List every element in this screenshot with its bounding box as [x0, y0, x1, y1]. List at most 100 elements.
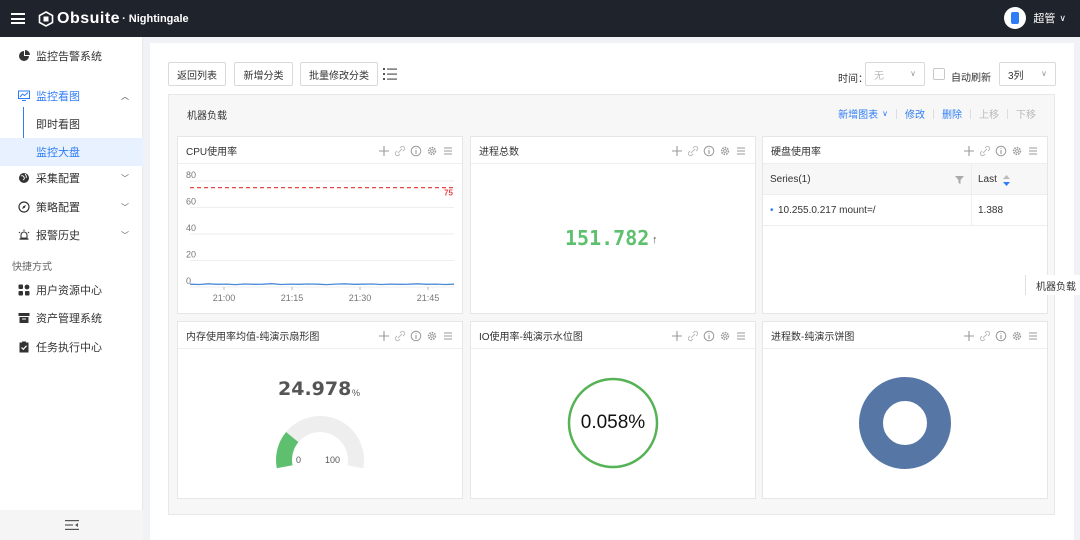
threshold-label: 75 [444, 189, 453, 198]
series-line [189, 283, 455, 286]
plus-icon[interactable] [671, 145, 683, 157]
table-row[interactable]: • 10.255.0.217 mount=/ 1.388 [763, 195, 1047, 226]
panel-header: 进程总数 [471, 137, 755, 164]
donut-slice [859, 377, 951, 469]
sidebar-item-collect-config[interactable]: 采集配置 ﹀ [0, 164, 143, 192]
move-down-link[interactable]: 下移 [1016, 106, 1036, 121]
filter-icon[interactable] [955, 176, 964, 184]
sidebar-item-label: 即时看图 [36, 119, 80, 131]
x-tick-label: 21:00 [213, 293, 236, 303]
shortcut-asset-management[interactable]: 资产管理系统 [0, 304, 143, 332]
link-icon[interactable] [394, 145, 406, 157]
panel-title: CPU使用率 [186, 146, 238, 158]
logo-icon [38, 10, 54, 27]
add-chart-link[interactable]: 新增图表 [838, 106, 878, 121]
add-category-button[interactable]: 新增分类 [234, 62, 293, 86]
sidebar-item-label: 监控看图 [36, 91, 80, 103]
sidebar: 监控告警系统 监控看图 ︿ 即时看图 监控大盘 采集配置 ﹀ 策略配置 ﹀ 报警… [0, 37, 143, 540]
menu-icon[interactable] [735, 145, 747, 157]
auto-refresh-checkbox[interactable] [933, 68, 945, 80]
panel-tools [667, 145, 747, 157]
collapse-sidebar-button[interactable] [0, 510, 143, 540]
sort-icon[interactable] [1003, 175, 1010, 186]
menu-toggle-button[interactable] [0, 0, 36, 37]
collapse-menu-icon [64, 520, 79, 530]
link-icon[interactable] [687, 330, 699, 342]
sidebar-item-instant-view[interactable]: 即时看图 [0, 110, 143, 138]
gear-icon[interactable] [1011, 330, 1023, 342]
chevron-down-icon[interactable]: ∨ [882, 109, 888, 118]
menu-icon[interactable] [1027, 145, 1039, 157]
list-settings-icon[interactable] [382, 66, 398, 82]
back-to-list-button[interactable]: 返回列表 [168, 62, 226, 86]
delete-group-link[interactable]: 删除 [942, 106, 962, 121]
process-total-value: 151.782 [565, 226, 650, 250]
move-up-link[interactable]: 上移 [979, 106, 999, 121]
brand-logo[interactable]: Obsuite · Nightingale [38, 10, 189, 28]
panel-header: 内存使用率均值-纯演示扇形图 [178, 322, 462, 349]
main-content: 返回列表 新增分类 批量修改分类 时间： 无 ∨ 自动刷新 3列 ∨ 机器负载 … [150, 43, 1074, 540]
info-icon[interactable] [410, 330, 422, 342]
menu-icon[interactable] [735, 330, 747, 342]
panel-memory-gauge: 内存使用率均值-纯演示扇形图 24.978 % 0 100 [177, 321, 463, 499]
clipboard-check-icon [19, 341, 29, 353]
link-icon[interactable] [394, 330, 406, 342]
last-value-cell: 1.388 [978, 205, 1004, 216]
info-icon[interactable] [995, 145, 1007, 157]
shortcut-user-resource[interactable]: 用户资源中心 [0, 276, 143, 304]
plus-icon[interactable] [963, 330, 975, 342]
panel-title: 进程总数 [479, 146, 519, 158]
y-tick-label: 60 [186, 197, 196, 207]
link-icon[interactable] [687, 145, 699, 157]
plus-icon[interactable] [378, 145, 390, 157]
user-menu[interactable]: 超管 ∨ [1004, 7, 1066, 29]
menu-icon[interactable] [442, 330, 454, 342]
gear-icon[interactable] [719, 145, 731, 157]
plus-icon[interactable] [963, 145, 975, 157]
link-icon[interactable] [979, 145, 991, 157]
monitor-icon [18, 90, 30, 101]
sidebar-item-label: 报警历史 [36, 230, 80, 242]
sidebar-item-dashboard[interactable]: 监控大盘 [0, 138, 143, 166]
cpu-line-chart: 0204060807521:00 21:15 21:30 21:45 [186, 170, 455, 303]
panel-io-liquid: IO使用率-纯演示水位图 0.058% [470, 321, 756, 499]
link-icon[interactable] [979, 330, 991, 342]
floating-group-tab[interactable]: 机器负载 [1025, 275, 1080, 295]
gear-icon[interactable] [426, 145, 438, 157]
sidebar-item-monitor-view[interactable]: 监控看图 ︿ [0, 82, 143, 110]
columns-select[interactable]: 3列 ∨ [999, 62, 1056, 86]
plus-icon[interactable] [378, 330, 390, 342]
batch-edit-category-button[interactable]: 批量修改分类 [300, 62, 378, 86]
sidebar-item-alert-history[interactable]: 报警历史 ﹀ [0, 221, 143, 249]
panel-process-pie: 进程数-纯演示饼图 [762, 321, 1048, 499]
panel-header: CPU使用率 [178, 137, 462, 164]
sidebar-item-alert-system[interactable]: 监控告警系统 [0, 42, 143, 70]
column-header-last[interactable]: Last [978, 164, 997, 195]
pie-icon [19, 50, 30, 61]
panel-title: 内存使用率均值-纯演示扇形图 [186, 331, 320, 343]
plus-icon[interactable] [671, 330, 683, 342]
chevron-down-icon: ∨ [910, 69, 916, 78]
panel-header: 硬盘使用率 [763, 137, 1047, 164]
top-bar: Obsuite · Nightingale 超管 ∨ [0, 0, 1080, 37]
menu-icon[interactable] [1027, 330, 1039, 342]
info-icon[interactable] [703, 330, 715, 342]
sidebar-item-policy-config[interactable]: 策略配置 ﹀ [0, 193, 143, 221]
edit-group-link[interactable]: 修改 [905, 106, 925, 121]
panel-process-total: 进程总数 151.782 ↑ [470, 136, 756, 314]
arrow-up-icon: ↑ [652, 234, 658, 246]
gear-icon[interactable] [1011, 145, 1023, 157]
gear-icon[interactable] [426, 330, 438, 342]
menu-icon[interactable] [442, 145, 454, 157]
gear-icon[interactable] [719, 330, 731, 342]
chevron-down-icon: ﹀ [121, 173, 129, 183]
sidebar-item-label: 用户资源中心 [36, 285, 102, 297]
x-tick-label: 21:45 [417, 293, 440, 303]
series-cell: 10.255.0.217 mount=/ [778, 205, 876, 216]
info-icon[interactable] [703, 145, 715, 157]
series-dot-icon: • [770, 205, 774, 216]
info-icon[interactable] [410, 145, 422, 157]
shortcut-task-execution[interactable]: 任务执行中心 [0, 333, 143, 361]
info-icon[interactable] [995, 330, 1007, 342]
time-select[interactable]: 无 ∨ [865, 62, 925, 86]
